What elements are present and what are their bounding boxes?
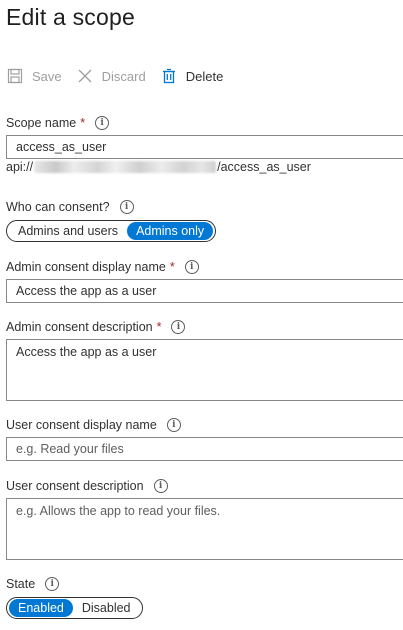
required-marker: * — [169, 260, 175, 274]
info-icon[interactable]: i — [95, 116, 110, 130]
scope-uri: api:// /access_as_user — [6, 160, 311, 174]
required-marker: * — [156, 320, 162, 334]
admin-display-name-input[interactable]: Access the app as a user — [6, 279, 403, 303]
delete-button-label: Delete — [185, 68, 224, 84]
delete-button[interactable]: Delete — [160, 67, 224, 85]
save-button-label: Save — [32, 68, 62, 84]
user-description-textarea[interactable]: e.g. Allows the app to read your files. — [6, 498, 403, 560]
user-display-name-label: User consent display name i — [6, 418, 181, 432]
placeholder-text: e.g. Read your files — [16, 442, 124, 456]
admin-description-textarea[interactable]: Access the app as a user — [6, 339, 403, 401]
who-can-consent-toggle: Admins and users Admins only — [6, 220, 217, 242]
save-icon — [6, 67, 24, 85]
state-toggle: Enabled Disabled — [6, 597, 143, 619]
info-icon[interactable]: i — [45, 577, 60, 591]
info-icon[interactable]: i — [166, 418, 181, 432]
state-label: State i — [6, 577, 60, 591]
save-button[interactable]: Save — [6, 67, 62, 85]
who-can-consent-label: Who can consent? i — [6, 200, 134, 214]
info-icon[interactable]: i — [171, 320, 186, 334]
option-enabled[interactable]: Enabled — [9, 599, 73, 617]
placeholder-text: e.g. Allows the app to read your files. — [16, 504, 221, 518]
trash-icon — [160, 67, 178, 85]
admin-description-label: Admin consent description * i — [6, 320, 186, 334]
scope-name-label: Scope name * i — [6, 116, 110, 130]
option-admins-only[interactable]: Admins only — [127, 222, 214, 240]
info-icon[interactable]: i — [119, 200, 134, 214]
user-display-name-input[interactable]: e.g. Read your files — [6, 437, 403, 461]
info-icon[interactable]: i — [184, 260, 199, 274]
toolbar: Save Discard Delete — [6, 64, 237, 88]
discard-button-label: Discard — [101, 68, 146, 84]
option-disabled[interactable]: Disabled — [73, 599, 140, 617]
scope-name-input[interactable]: access_as_user — [6, 135, 403, 159]
user-description-label: User consent description i — [6, 479, 168, 493]
info-icon[interactable]: i — [153, 479, 168, 493]
option-admins-and-users[interactable]: Admins and users — [9, 222, 127, 240]
close-icon — [76, 67, 94, 85]
discard-button[interactable]: Discard — [76, 67, 146, 85]
page-title: Edit a scope — [6, 4, 135, 30]
admin-display-name-label: Admin consent display name * i — [6, 260, 199, 274]
redacted-app-id — [34, 161, 217, 173]
required-marker: * — [80, 116, 86, 130]
